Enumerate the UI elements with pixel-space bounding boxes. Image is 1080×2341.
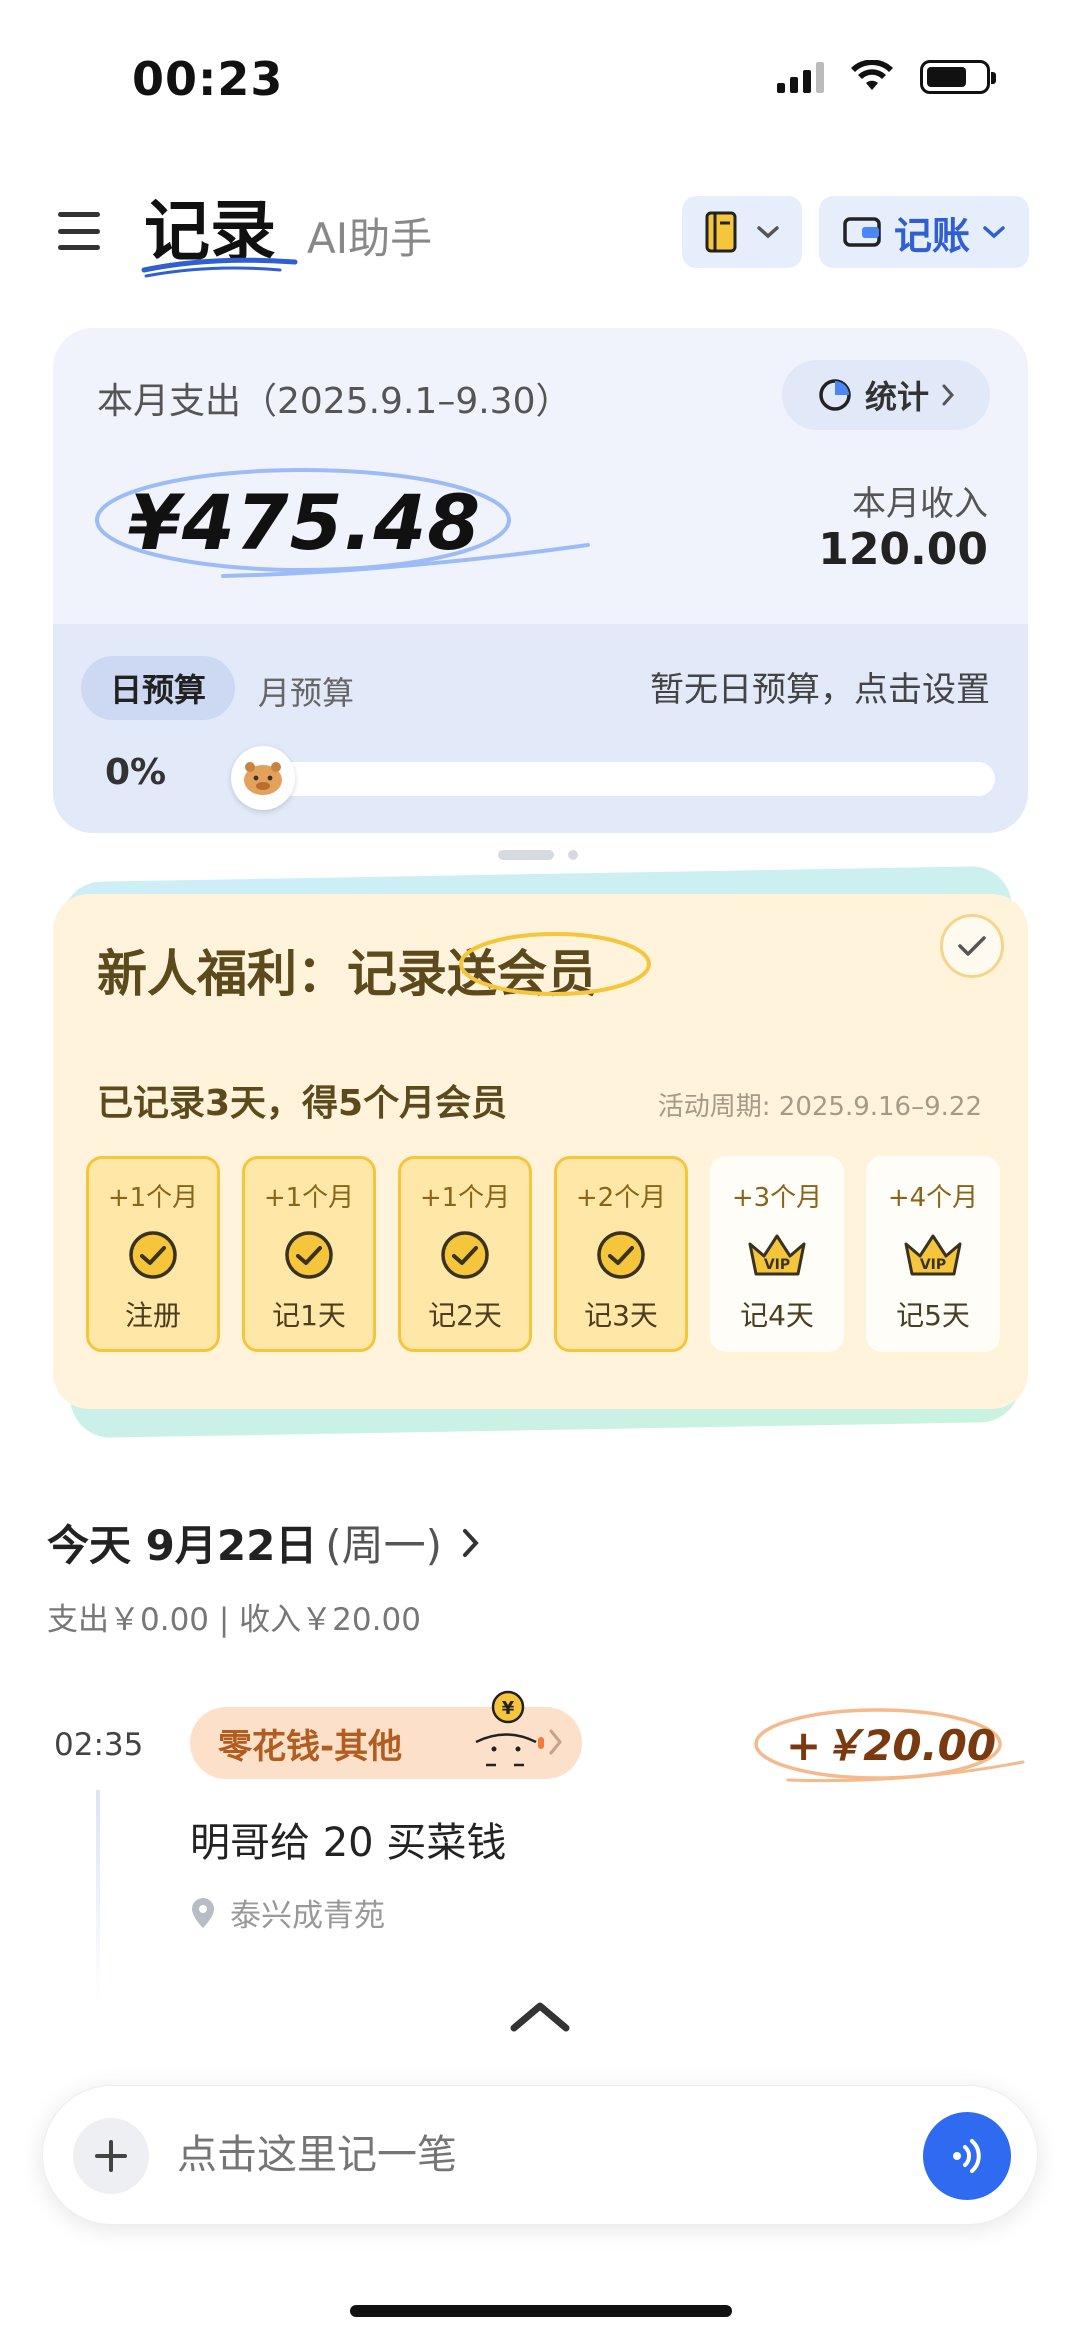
chevron-right-icon [942, 384, 955, 406]
reward-label: 记2天 [428, 1299, 502, 1332]
vip-crown-icon: VIP [900, 1226, 966, 1284]
reward-amount: +2个月 [575, 1183, 667, 1213]
chevron-right-icon [549, 1729, 562, 1755]
plus-icon [95, 2140, 127, 2172]
reward-tile: +4个月 VIP 记5天 [866, 1156, 1000, 1352]
tab-daily-budget[interactable]: 日预算 [81, 656, 235, 720]
reward-tile: +2个月记3天 [554, 1156, 688, 1352]
transaction-amount: +￥20.00 [786, 1721, 997, 1770]
reward-amount: +3个月 [731, 1183, 823, 1213]
monthly-income-label: 本月收入 [852, 484, 988, 524]
menu-icon[interactable] [58, 212, 100, 250]
benefit-title-prefix: 新人福利：记录 [97, 945, 447, 1003]
transaction-category: 零花钱-其他 [218, 1726, 403, 1767]
voice-wave-icon [953, 2139, 981, 2173]
money-mascot-icon: ¥ [475, 1690, 544, 1767]
notebook-icon [705, 211, 737, 253]
wifi-icon [851, 60, 893, 90]
reward-amount: +1个月 [107, 1183, 199, 1213]
home-indicator [350, 2305, 732, 2317]
quick-entry-bar [42, 2085, 1038, 2225]
today-summary: 支出￥0.00 | 收入￥20.00 [47, 1602, 421, 1638]
reward-label: 注册 [124, 1299, 181, 1332]
reward-tile: +1个月记1天 [242, 1156, 376, 1352]
svg-text:VIP: VIP [920, 1257, 946, 1273]
monthly-expense-title: 本月支出（2025.9.1–9.30） [97, 381, 572, 422]
location-pin-icon [192, 1897, 214, 1928]
account-switch-button[interactable]: 记账 [819, 196, 1029, 268]
status-icons [777, 60, 996, 94]
budget-percent: 0% [105, 752, 167, 793]
stats-button[interactable]: 统计 [782, 360, 990, 430]
check-circle-icon [439, 1226, 491, 1284]
svg-text:¥: ¥ [502, 1698, 515, 1719]
today-header[interactable]: 今天 9月22日 (周一) [47, 1512, 482, 1573]
benefit-check-icon[interactable] [940, 914, 1004, 978]
today-weekday: (周一) [325, 1521, 443, 1570]
battery-icon [920, 60, 996, 94]
monthly-income-value: 120.00 [818, 524, 988, 575]
reward-label: 记4天 [740, 1299, 814, 1332]
highlight-circle-decoration [459, 932, 651, 996]
reward-list: +1个月 注册 +1个月 记1天 +1个月 记2天 +2个月 记3天 +3个月 VIP 记4天 +4个… [86, 1156, 1000, 1352]
stats-label: 统计 [864, 378, 929, 416]
reward-label: 记3天 [584, 1299, 658, 1332]
today-date: 今天 9月22日 [47, 1521, 318, 1570]
budget-section[interactable]: 日预算 月预算 暂无日预算，点击设置 0% [53, 624, 1028, 833]
pie-chart-icon [819, 379, 851, 411]
reward-tile: +3个月 VIP 记4天 [710, 1156, 844, 1352]
check-circle-icon [127, 1226, 179, 1284]
timeline-line [96, 1790, 100, 2005]
svg-text:VIP: VIP [764, 1257, 790, 1273]
wallet-icon [843, 217, 881, 247]
status-time: 00:23 [132, 52, 284, 106]
reward-amount: +4个月 [887, 1183, 979, 1213]
chevron-down-icon [757, 226, 779, 239]
benefit-period: 活动周期: 2025.9.16–9.22 [657, 1092, 982, 1122]
add-button[interactable] [73, 2118, 149, 2194]
tab-monthly-budget[interactable]: 月预算 [258, 668, 354, 714]
benefit-progress-text: 已记录3天，得5个月会员 [97, 1083, 508, 1124]
budget-setup-hint[interactable]: 暂无日预算，点击设置 [650, 662, 990, 711]
transaction-category-chip[interactable]: 零花钱-其他 ¥ [190, 1690, 582, 1779]
reward-label: 记1天 [272, 1299, 346, 1332]
tab-underline-decoration [141, 257, 298, 278]
chevron-up-icon[interactable] [508, 1998, 572, 2034]
ledger-book-button[interactable] [682, 196, 802, 268]
transaction-time: 02:35 [54, 1727, 144, 1763]
location-text: 泰兴成青苑 [230, 1898, 385, 1934]
transaction-location: 泰兴成青苑 [190, 1890, 385, 1935]
reward-amount: +1个月 [263, 1183, 355, 1213]
vip-crown-icon: VIP [744, 1226, 810, 1284]
chevron-down-icon [983, 226, 1005, 239]
check-circle-icon [595, 1226, 647, 1284]
tab-ai-assistant[interactable]: AI助手 [307, 205, 432, 266]
budget-progress-bar [235, 762, 995, 796]
transaction-note[interactable]: 明哥给 20 买菜钱 [190, 1810, 506, 1868]
reward-tile: +1个月注册 [86, 1156, 220, 1352]
carousel-indicator [498, 850, 578, 860]
reward-label: 记5天 [896, 1299, 970, 1332]
check-circle-icon [283, 1226, 335, 1284]
signal-icon [777, 61, 824, 93]
quick-entry-input[interactable] [177, 2132, 817, 2178]
voice-input-button[interactable] [923, 2112, 1011, 2200]
chevron-right-icon [463, 1528, 479, 1557]
reward-tile: +1个月记2天 [398, 1156, 532, 1352]
monthly-expense-amount: ¥475.48 [128, 478, 482, 567]
newcomer-benefit-card[interactable]: 新人福利：记录送会员 已记录3天，得5个月会员 活动周期: 2025.9.16–… [53, 894, 1028, 1409]
account-label: 记账 [893, 213, 970, 258]
capybara-icon [231, 746, 295, 810]
monthly-summary-card[interactable]: 本月支出（2025.9.1–9.30） 统计 ¥475.48 本月收入 120.… [53, 328, 1028, 833]
reward-amount: +1个月 [419, 1183, 511, 1213]
